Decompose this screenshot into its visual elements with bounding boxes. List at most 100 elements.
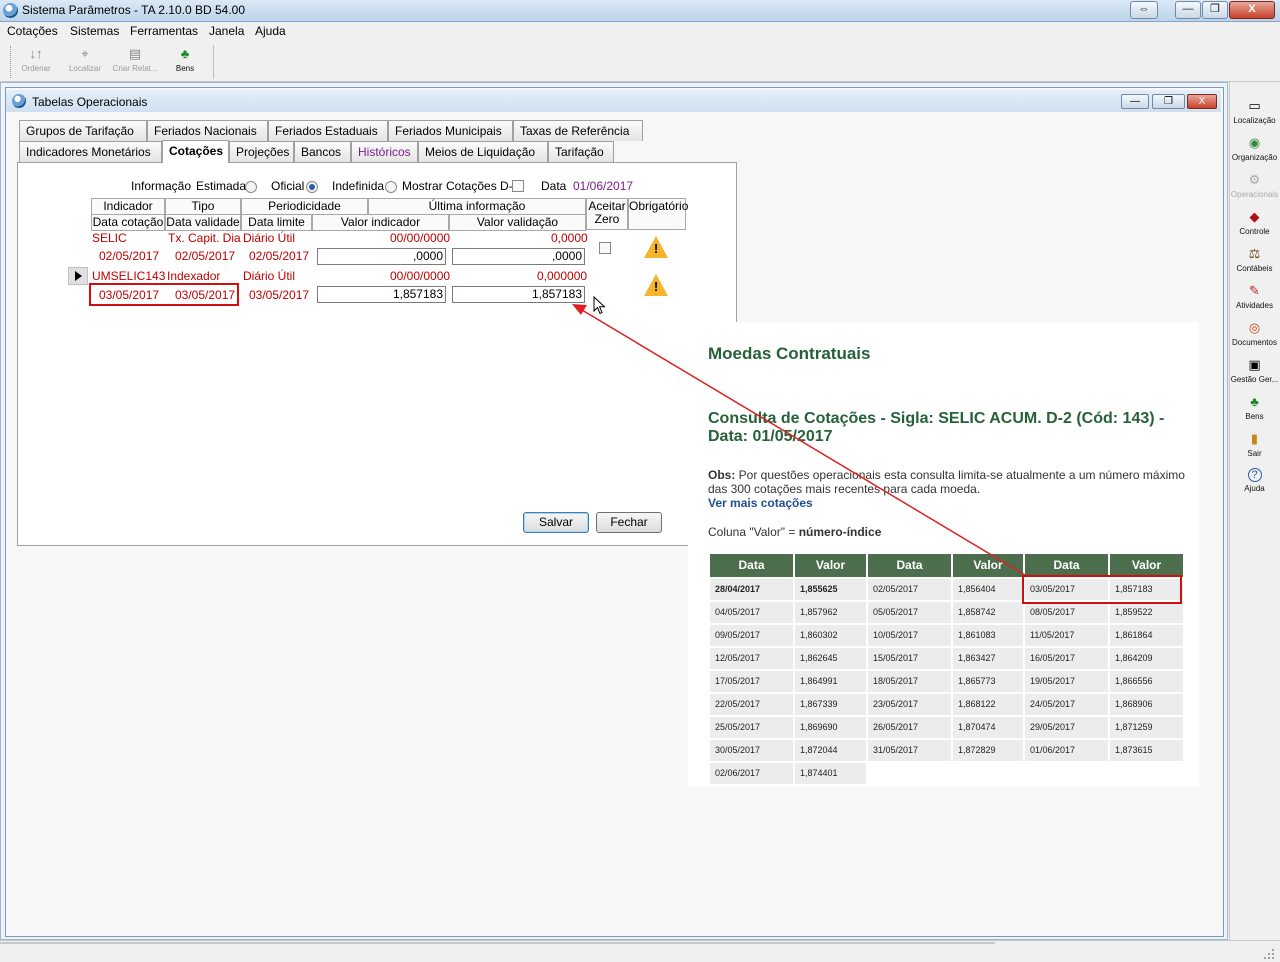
- tab-tarifacao[interactable]: Tarifação: [548, 141, 614, 162]
- row2-tipo[interactable]: Indexador: [167, 269, 220, 283]
- tab-cotacoes[interactable]: Cotações: [162, 140, 229, 163]
- row1-aceitar-zero-checkbox[interactable]: [599, 242, 611, 254]
- quote-table-cell: 05/05/2017: [868, 602, 951, 623]
- menu-ferramentas[interactable]: Ferramentas: [130, 24, 198, 38]
- app-restore-button[interactable]: ⇔: [1130, 1, 1158, 19]
- indefinida-radio[interactable]: [385, 181, 397, 193]
- row1-valor-indicador-input[interactable]: ,0000: [317, 248, 446, 265]
- create-report-button[interactable]: ▤ Criar Relat...: [110, 46, 160, 80]
- sidebar-label: Bens: [1245, 412, 1264, 421]
- header-data-limite[interactable]: Data limite: [241, 214, 312, 231]
- header-tipo-indicador[interactable]: Tipo indicador: [165, 198, 241, 228]
- sidebar-label: Organização: [1231, 153, 1278, 162]
- header-ultima-informacao[interactable]: Última informação: [368, 198, 586, 215]
- mostrar-cotacoes-label: Mostrar Cotações D-0: [402, 179, 520, 193]
- sidebar-item-gestao[interactable]: ▣ Gestão Ger...: [1229, 357, 1280, 393]
- row2-valor-indicador-input[interactable]: 1,857183: [317, 286, 446, 303]
- toolbar: ↓↑ Ordenar ⌖ Localizar ▤ Criar Relat... …: [0, 41, 1280, 82]
- quote-table-cell: 1,872044: [795, 740, 866, 761]
- tab-taxas-referencia[interactable]: Taxas de Referência: [513, 120, 643, 141]
- sidebar-label: Localização: [1233, 116, 1276, 125]
- menu-janela[interactable]: Janela: [209, 24, 244, 38]
- indefinida-label: Indefinida: [332, 179, 385, 193]
- app-minimize-button[interactable]: —: [1175, 1, 1201, 19]
- row2-indicador[interactable]: UMSELIC143: [92, 269, 165, 283]
- sidebar-item-ajuda[interactable]: ? Ajuda: [1229, 468, 1280, 504]
- header-aceitar-zero[interactable]: Aceitar Zero: [586, 198, 628, 230]
- row1-tipo[interactable]: Tx. Capit. Dia C: [168, 231, 241, 245]
- quote-table-cell: 1,866556: [1110, 671, 1183, 692]
- app-close-button[interactable]: X: [1229, 1, 1275, 19]
- quote-table-header: Valor: [1110, 554, 1183, 577]
- quote-table-cell: 19/05/2017: [1025, 671, 1108, 692]
- tab-grupos-tarifacao[interactable]: Grupos de Tarifação: [19, 120, 147, 141]
- menu-ajuda[interactable]: Ajuda: [255, 24, 286, 38]
- inner-maximize-button[interactable]: ❐: [1152, 94, 1185, 109]
- quote-table-cell: 1,857962: [795, 602, 866, 623]
- tab-feriados-estaduais[interactable]: Feriados Estaduais: [268, 120, 388, 141]
- mostrar-cotacoes-checkbox[interactable]: [512, 180, 524, 192]
- quote-table-cell: 15/05/2017: [868, 648, 951, 669]
- menu-cotacoes[interactable]: Cotações: [7, 24, 58, 38]
- header-indicador[interactable]: Indicador: [91, 198, 165, 215]
- row2-data-limite[interactable]: 03/05/2017: [249, 288, 309, 302]
- row1-data-limite[interactable]: 02/05/2017: [249, 249, 309, 263]
- quote-table-cell: 1,864209: [1110, 648, 1183, 669]
- header-data-validade[interactable]: Data validade: [165, 214, 241, 231]
- row1-data-cotacao[interactable]: 02/05/2017: [99, 249, 159, 263]
- row2-periodicidade[interactable]: Diário Útil: [243, 269, 295, 283]
- row1-indicador[interactable]: SELIC: [92, 231, 127, 245]
- sidebar-item-contabeis[interactable]: ⚖ Contábeis: [1229, 246, 1280, 282]
- header-valor-indicador[interactable]: Valor indicador: [312, 214, 449, 231]
- tab-indicadores-monetarios[interactable]: Indicadores Monetários: [19, 141, 162, 162]
- tab-historicos[interactable]: Históricos: [351, 141, 418, 162]
- tab-bancos[interactable]: Bancos: [294, 141, 351, 162]
- tab-feriados-municipais[interactable]: Feriados Municipais: [388, 120, 513, 141]
- pin-icon: ✎: [1249, 283, 1260, 298]
- menu-sistemas[interactable]: Sistemas: [70, 24, 119, 38]
- sort-button[interactable]: ↓↑ Ordenar: [11, 46, 61, 80]
- header-valor-validacao[interactable]: Valor validação: [449, 214, 586, 231]
- sidebar-item-localizacao[interactable]: ▭ Localização: [1229, 98, 1280, 134]
- row1-periodicidade[interactable]: Diário Útil: [243, 231, 295, 245]
- row1-ultima-data: 00/00/0000: [390, 231, 451, 245]
- header-periodicidade[interactable]: Periodicidade: [241, 198, 368, 215]
- row2-ultima-data: 00/00/0000: [390, 269, 451, 283]
- resize-grip-icon[interactable]: [1262, 947, 1276, 961]
- quote-table-cell: 1,862645: [795, 648, 866, 669]
- data-label: Data: [541, 179, 567, 193]
- toolbar-separator: [213, 45, 214, 79]
- locate-button[interactable]: ⌖ Localizar: [60, 46, 110, 80]
- sidebar-item-bens[interactable]: ♣ Bens: [1229, 394, 1280, 430]
- inner-minimize-button[interactable]: —: [1121, 94, 1149, 109]
- header-obrigatorio[interactable]: Obrigatório: [628, 198, 688, 230]
- bens-button[interactable]: ♣ Bens: [160, 46, 210, 80]
- app-maximize-button[interactable]: ❐: [1202, 1, 1228, 19]
- quote-table-cell: 1,872829: [953, 740, 1023, 761]
- oficial-radio[interactable]: [306, 181, 318, 193]
- row1-valor-validacao-input[interactable]: ,0000: [452, 248, 585, 265]
- sidebar-item-organizacao[interactable]: ◉ Organização: [1229, 135, 1280, 171]
- oficial-label: Oficial: [271, 179, 305, 193]
- sidebar-item-operacionais[interactable]: ⚙ Operacionais: [1229, 172, 1280, 208]
- header-data-cotacao[interactable]: Data cotação: [91, 214, 165, 231]
- estimada-radio[interactable]: [245, 181, 257, 193]
- row-selector[interactable]: [68, 267, 88, 285]
- money-bag-icon: ♣: [1250, 394, 1259, 409]
- sidebar-item-sair[interactable]: ▮ Sair: [1229, 431, 1280, 467]
- inner-window-title: Tabelas Operacionais: [32, 95, 148, 109]
- printer-icon: ▤: [128, 46, 142, 61]
- sidebar-item-documentos[interactable]: ◎ Documentos: [1229, 320, 1280, 356]
- sidebar-item-atividades[interactable]: ✎ Atividades: [1229, 283, 1280, 319]
- tab-meios-liquidacao[interactable]: Meios de Liquidação: [418, 141, 548, 162]
- row1-data-validade[interactable]: 02/05/2017: [175, 249, 235, 263]
- quote-table-cell: 1,864991: [795, 671, 866, 692]
- control-icon: ◆: [1249, 209, 1260, 224]
- quote-table-cell: 04/05/2017: [710, 602, 793, 623]
- tab-feriados-nacionais[interactable]: Feriados Nacionais: [147, 120, 268, 141]
- row2-valor-validacao-input[interactable]: 1,857183: [452, 286, 585, 303]
- inner-close-button[interactable]: X: [1187, 94, 1217, 109]
- tab-projecoes[interactable]: Projeções: [229, 141, 294, 162]
- location-icon: ▭: [1248, 98, 1261, 113]
- sidebar-item-controle[interactable]: ◆ Controle: [1229, 209, 1280, 245]
